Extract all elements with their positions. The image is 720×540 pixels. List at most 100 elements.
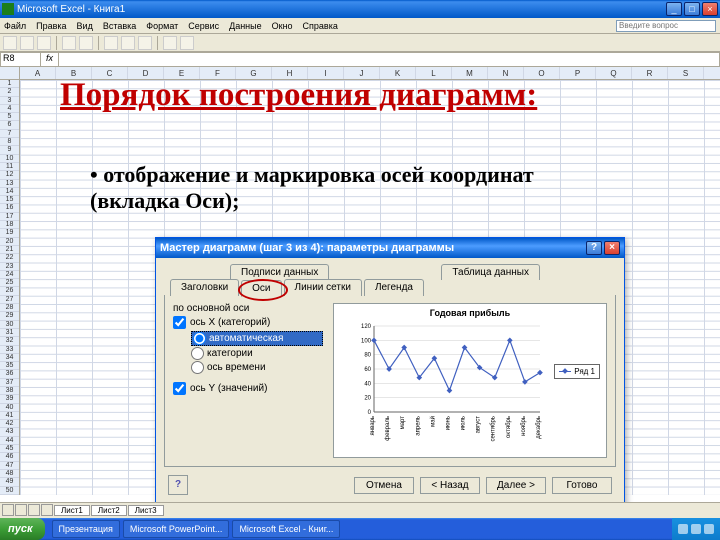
col-header[interactable]: A xyxy=(20,67,56,79)
taskbar-item[interactable]: Microsoft Excel - Книг... xyxy=(232,520,340,538)
help-question-input[interactable] xyxy=(616,20,716,32)
col-header[interactable]: P xyxy=(560,67,596,79)
row-header[interactable]: 42 xyxy=(0,420,19,428)
formula-input[interactable] xyxy=(59,53,719,66)
row-header[interactable]: 41 xyxy=(0,412,19,420)
cancel-button[interactable]: Отмена xyxy=(354,477,414,494)
name-box[interactable]: R8 xyxy=(1,53,41,66)
menu-file[interactable]: Файл xyxy=(4,21,26,31)
row-header[interactable]: 47 xyxy=(0,462,19,470)
save-icon[interactable] xyxy=(37,36,51,50)
cut-icon[interactable] xyxy=(104,36,118,50)
row-header[interactable]: 48 xyxy=(0,470,19,478)
row-header[interactable]: 46 xyxy=(0,453,19,461)
row-header[interactable]: 30 xyxy=(0,321,19,329)
finish-button[interactable]: Готово xyxy=(552,477,612,494)
tab-titles[interactable]: Заголовки xyxy=(170,279,239,296)
menu-edit[interactable]: Правка xyxy=(36,21,66,31)
row-header[interactable]: 29 xyxy=(0,312,19,320)
row-header[interactable]: 50 xyxy=(0,487,19,495)
tab-axes[interactable]: Оси xyxy=(241,280,281,297)
row-header[interactable]: 21 xyxy=(0,246,19,254)
row-header[interactable]: 15 xyxy=(0,196,19,204)
new-icon[interactable] xyxy=(3,36,17,50)
row-header[interactable]: 45 xyxy=(0,445,19,453)
wizard-help-icon[interactable]: ? xyxy=(168,475,188,495)
row-header[interactable]: 37 xyxy=(0,379,19,387)
minimize-button[interactable]: _ xyxy=(666,2,682,16)
back-button[interactable]: < Назад xyxy=(420,477,480,494)
row-header[interactable]: 18 xyxy=(0,221,19,229)
menu-format[interactable]: Формат xyxy=(146,21,178,31)
maximize-button[interactable]: □ xyxy=(684,2,700,16)
row-header[interactable]: 20 xyxy=(0,238,19,246)
row-header[interactable]: 7 xyxy=(0,130,19,138)
row-header[interactable]: 13 xyxy=(0,180,19,188)
copy-icon[interactable] xyxy=(121,36,135,50)
tab-nav-last-icon[interactable] xyxy=(41,504,53,516)
row-header[interactable]: 39 xyxy=(0,395,19,403)
taskbar-item[interactable]: Презентация xyxy=(52,520,120,538)
row-header[interactable]: 16 xyxy=(0,204,19,212)
row-header[interactable]: 43 xyxy=(0,428,19,436)
row-header[interactable]: 12 xyxy=(0,171,19,179)
close-button[interactable]: × xyxy=(702,2,718,16)
undo-icon[interactable] xyxy=(163,36,177,50)
tab-data-labels[interactable]: Подписи данных xyxy=(230,264,329,280)
paste-icon[interactable] xyxy=(138,36,152,50)
row-header[interactable]: 22 xyxy=(0,254,19,262)
row-header[interactable]: 9 xyxy=(0,146,19,154)
row-header[interactable]: 1 xyxy=(0,80,19,88)
row-header[interactable]: 8 xyxy=(0,138,19,146)
menu-view[interactable]: Вид xyxy=(77,21,93,31)
row-header[interactable]: 28 xyxy=(0,304,19,312)
tab-legend[interactable]: Легенда xyxy=(364,279,424,296)
open-icon[interactable] xyxy=(20,36,34,50)
radio-automatic[interactable] xyxy=(193,332,206,345)
tray-icon[interactable] xyxy=(678,524,688,534)
tab-data-table[interactable]: Таблица данных xyxy=(441,264,540,280)
row-header[interactable]: 44 xyxy=(0,437,19,445)
checkbox-x-axis[interactable] xyxy=(173,316,186,329)
row-header[interactable]: 26 xyxy=(0,287,19,295)
next-button[interactable]: Далее > xyxy=(486,477,546,494)
redo-icon[interactable] xyxy=(180,36,194,50)
menu-tools[interactable]: Сервис xyxy=(188,21,219,31)
select-all-corner[interactable] xyxy=(0,67,20,79)
row-header[interactable]: 24 xyxy=(0,271,19,279)
row-header[interactable]: 25 xyxy=(0,279,19,287)
worksheet[interactable]: A B C D E F G H I J K L M N O P Q R S 12… xyxy=(0,67,720,502)
menu-data[interactable]: Данные xyxy=(229,21,262,31)
row-header[interactable]: 31 xyxy=(0,329,19,337)
row-header[interactable]: 11 xyxy=(0,163,19,171)
row-header[interactable]: 10 xyxy=(0,155,19,163)
checkbox-y-axis[interactable] xyxy=(173,382,186,395)
row-header[interactable]: 38 xyxy=(0,387,19,395)
tab-gridlines[interactable]: Линии сетки xyxy=(284,279,362,296)
row-header[interactable]: 4 xyxy=(0,105,19,113)
row-header[interactable]: 32 xyxy=(0,337,19,345)
row-header[interactable]: 19 xyxy=(0,229,19,237)
row-header[interactable]: 2 xyxy=(0,88,19,96)
menu-help[interactable]: Справка xyxy=(303,21,338,31)
tray-icon[interactable] xyxy=(704,524,714,534)
row-header[interactable]: 40 xyxy=(0,404,19,412)
tab-nav-prev-icon[interactable] xyxy=(15,504,27,516)
start-button[interactable]: пуск xyxy=(0,518,45,540)
col-header[interactable]: R xyxy=(632,67,668,79)
row-header[interactable]: 34 xyxy=(0,354,19,362)
row-header[interactable]: 17 xyxy=(0,213,19,221)
tab-nav-next-icon[interactable] xyxy=(28,504,40,516)
sheet-tab[interactable]: Лист1 xyxy=(54,505,90,516)
sheet-tab[interactable]: Лист2 xyxy=(91,505,127,516)
row-header[interactable]: 35 xyxy=(0,362,19,370)
preview-icon[interactable] xyxy=(79,36,93,50)
wizard-close-button[interactable]: × xyxy=(604,241,620,255)
row-header[interactable]: 6 xyxy=(0,121,19,129)
row-header[interactable]: 49 xyxy=(0,478,19,486)
row-header[interactable]: 5 xyxy=(0,113,19,121)
print-icon[interactable] xyxy=(62,36,76,50)
tab-nav-first-icon[interactable] xyxy=(2,504,14,516)
fx-icon[interactable]: fx xyxy=(41,53,59,66)
tray-icon[interactable] xyxy=(691,524,701,534)
